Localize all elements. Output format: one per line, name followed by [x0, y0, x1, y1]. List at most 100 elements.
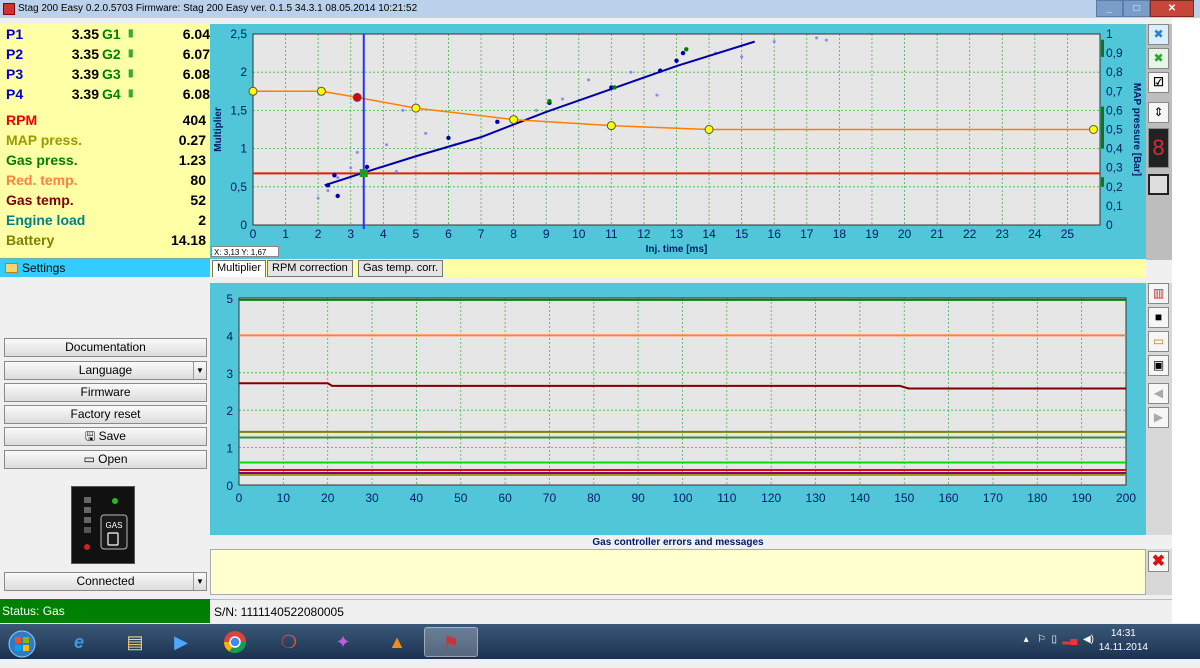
app-icon[interactable]: ✦ — [316, 627, 370, 657]
open-button[interactable]: ▭ Open — [4, 450, 207, 469]
gas-label: G4 — [102, 86, 121, 102]
chevron-down-icon: ▼ — [193, 573, 206, 590]
data-point-green — [612, 85, 617, 90]
arrow-right-icon[interactable]: ▶ — [1148, 407, 1169, 428]
multiplier-chart-panel[interactable]: 0 1 2 3 4 5 6 7 8 9 10 11 12 13 14 15 16 17 18 19 20 21 22 23 24… — [210, 24, 1146, 260]
media-player-icon[interactable]: ▶ — [154, 627, 208, 657]
sample-point — [349, 166, 353, 170]
data-point — [680, 50, 686, 56]
ccleaner-icon[interactable]: ❍ — [262, 627, 316, 657]
connection-dropdown[interactable]: Connected ▼ — [4, 572, 207, 591]
multiplier-chart[interactable]: 0 1 2 3 4 5 6 7 8 9 10 11 12 13 14 15 16 17 18 19 20 21 22 23 24… — [210, 24, 1146, 260]
tab-multiplier[interactable]: Multiplier — [212, 260, 267, 277]
sensor-label: Red. temp. — [6, 172, 78, 188]
map-range-marker — [1101, 177, 1104, 187]
stag-app-taskbar-icon[interactable]: ⚑ — [424, 627, 478, 657]
petrol-label: P3 — [6, 66, 24, 82]
clear-messages-icon[interactable]: ✖ — [1148, 551, 1169, 572]
chart-tabs: Multiplier RPM correction Gas temp. corr… — [210, 259, 1146, 277]
connection-label: Connected — [76, 574, 135, 588]
x-tick-label: 10 — [277, 491, 291, 505]
flag-icon[interactable]: ⚐ — [1037, 634, 1046, 645]
x-tick-label: 22 — [963, 227, 977, 241]
close-button[interactable]: ✕ — [1150, 0, 1194, 17]
x-tick-label: 90 — [631, 491, 645, 505]
sensor-row-map: MAP press. 0.27 — [6, 132, 206, 152]
tab-rpm-correction[interactable]: RPM correction — [267, 260, 353, 277]
clock[interactable]: 14:31 14.11.2014 — [1099, 627, 1148, 655]
y-tick-label: 0 — [226, 479, 233, 493]
vlc-icon[interactable]: ▲ — [370, 627, 424, 657]
gas-value: 6.08 — [182, 86, 210, 102]
curve-point — [509, 115, 519, 125]
documentation-button[interactable]: Documentation — [4, 338, 207, 357]
ie-icon[interactable]: e — [52, 627, 106, 657]
y2-tick-label: 0,5 — [1106, 123, 1123, 137]
y2-tick-label: 0,8 — [1106, 65, 1123, 79]
folder-open-icon[interactable]: ▭ — [1148, 331, 1169, 352]
map-range-marker — [1101, 39, 1104, 57]
window-edge — [1172, 18, 1200, 623]
sample-point — [336, 176, 340, 180]
sample-point — [772, 40, 776, 44]
checkbox-icon[interactable]: ☑ — [1148, 72, 1169, 93]
x-tick-label: 5 — [413, 227, 420, 241]
x-tick-label: 160 — [939, 491, 959, 505]
gas-value: 6.04 — [182, 26, 210, 42]
close-blue-icon[interactable]: ✖ — [1148, 24, 1169, 45]
clock-date: 14.11.2014 — [1098, 642, 1148, 653]
compress-icon[interactable]: ⇕ — [1148, 102, 1169, 123]
factory-reset-button[interactable]: Factory reset — [4, 405, 207, 424]
square-icon[interactable] — [1148, 174, 1169, 195]
clock-time: 14:31 — [1110, 628, 1136, 639]
petrol-label: P1 — [6, 26, 24, 42]
curve-point — [704, 125, 714, 134]
curve-point — [606, 121, 616, 131]
oscilloscope-chart[interactable]: 0 10 20 30 40 50 60 70 80 90 100 110 120 130 140 150 160… — [210, 283, 1146, 535]
tray-arrow-icon[interactable]: ▴ — [1024, 634, 1029, 645]
maximize-button[interactable]: □ — [1123, 0, 1150, 17]
curve-point — [411, 103, 421, 113]
save-button[interactable]: 🖫 Save — [4, 427, 207, 446]
digit-display-icon[interactable]: 8 — [1148, 128, 1169, 168]
petrol-value: 3.39 — [71, 86, 99, 102]
y-tick-label: 2,5 — [230, 27, 247, 41]
sample-point — [655, 93, 659, 97]
x-tick-label: 17 — [800, 227, 814, 241]
y2-tick-label: 0,7 — [1106, 84, 1123, 98]
firmware-button[interactable]: Firmware — [4, 383, 207, 402]
tab-gas-temp-correction[interactable]: Gas temp. corr. — [358, 260, 444, 277]
chrome-icon[interactable] — [208, 627, 262, 657]
language-dropdown[interactable]: Language ▼ — [4, 361, 207, 380]
gas-switch-device[interactable]: GAS — [71, 486, 135, 564]
curve-point — [1088, 125, 1098, 134]
oscilloscope-chart-panel[interactable]: 0 10 20 30 40 50 60 70 80 90 100 110 120 130 140 150 160… — [210, 283, 1146, 535]
battery-icon[interactable]: ▯ — [1052, 634, 1058, 645]
minimize-button[interactable]: _ — [1096, 0, 1123, 17]
x-tick-label: 110 — [717, 491, 736, 505]
close-green-icon[interactable]: ✖ — [1148, 48, 1169, 69]
stop-icon[interactable]: ■ — [1148, 307, 1169, 328]
y-tick-label: 1,5 — [230, 103, 247, 117]
start-button-icon[interactable] — [0, 627, 44, 658]
gas-value: 6.08 — [182, 66, 210, 82]
y2-tick-label: 0,4 — [1106, 142, 1123, 156]
petrol-value: 3.35 — [71, 26, 99, 42]
x-tick-label: 190 — [1072, 491, 1092, 505]
x-tick-label: 18 — [833, 227, 847, 241]
settings-header[interactable]: Settings — [0, 258, 210, 277]
arrow-left-icon[interactable]: ◀ — [1148, 383, 1169, 404]
y-axis-label: Multiplier — [213, 107, 224, 152]
window-titlebar: Stag 200 Easy 0.2.0.5703 Firmware: Stag … — [0, 0, 1200, 18]
network-icon[interactable]: ▂▄ — [1063, 634, 1078, 645]
floppy-icon[interactable]: ▣ — [1148, 355, 1169, 376]
recorder-toolbar: ▥ ■ ▭ ▣ ◀ ▶ — [1146, 283, 1172, 535]
y-tick-label: 3 — [226, 367, 233, 381]
trash-icon[interactable]: ▥ — [1148, 283, 1169, 304]
y-tick-label: 0 — [240, 218, 247, 232]
x-tick-label: 21 — [930, 227, 944, 241]
x-tick-label: 2 — [315, 227, 322, 241]
y-tick-label: 4 — [226, 329, 233, 343]
sample-point — [587, 78, 591, 82]
volume-icon[interactable]: ◀) — [1083, 634, 1094, 645]
